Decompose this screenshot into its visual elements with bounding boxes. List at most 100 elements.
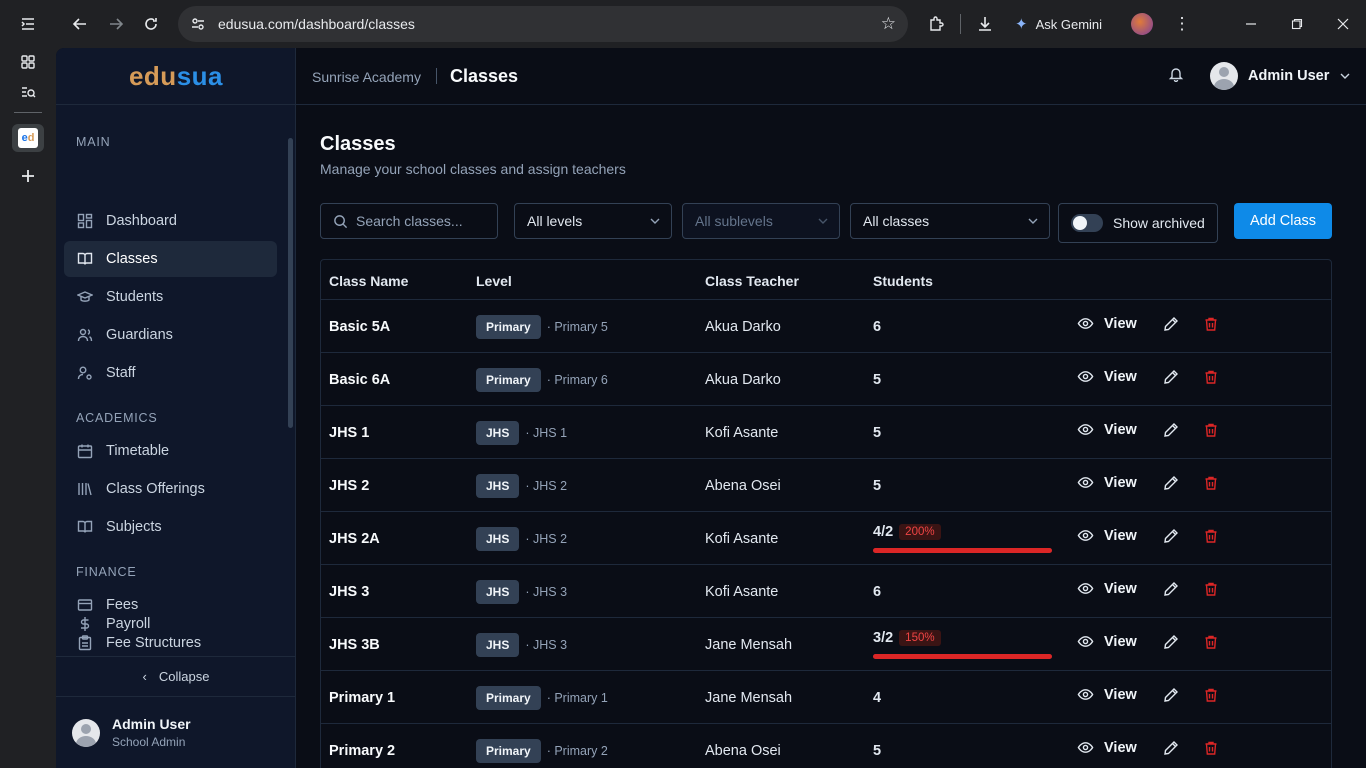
column-header-students[interactable]: Students [873, 273, 933, 289]
class-name[interactable]: JHS 2 [329, 478, 369, 494]
url-text[interactable]: edusua.com/dashboard/classes [218, 16, 415, 32]
view-button[interactable]: View [1077, 580, 1137, 597]
edit-button[interactable] [1161, 740, 1181, 756]
brand-logo[interactable]: edu sua [56, 48, 296, 105]
back-icon[interactable] [64, 8, 96, 40]
address-bar[interactable]: edusua.com/dashboard/classes ☆ [178, 6, 908, 42]
delete-button[interactable] [1201, 687, 1221, 703]
class-name[interactable]: Primary 1 [329, 690, 395, 706]
sublevel-label: · Primary 6 [546, 373, 608, 387]
class-name[interactable]: Basic 6A [329, 372, 390, 388]
sidebar-item-staff[interactable]: Staff [64, 355, 277, 391]
sidebar-item-class-offerings[interactable]: Class Offerings [64, 471, 277, 507]
search-input[interactable] [356, 213, 486, 229]
forward-icon[interactable] [100, 8, 132, 40]
download-icon[interactable] [969, 8, 1001, 40]
book-icon [76, 250, 94, 268]
sublevel-label: · Primary 5 [546, 320, 608, 334]
view-button[interactable]: View [1077, 527, 1137, 544]
sidebar-item-students[interactable]: Students [64, 279, 277, 315]
sidebar-scrollbar[interactable] [287, 128, 293, 648]
edit-button[interactable] [1161, 422, 1181, 438]
class-name[interactable]: JHS 3B [329, 637, 380, 653]
tab-search-icon[interactable] [12, 78, 44, 106]
table-row: JHS 1 JHS · JHS 1 Kofi Asante 5 View [321, 406, 1331, 459]
delete-button[interactable] [1201, 316, 1221, 332]
class-name[interactable]: Basic 5A [329, 319, 390, 335]
view-button[interactable]: View [1077, 474, 1137, 491]
profile-avatar[interactable] [1126, 8, 1158, 40]
reload-icon[interactable] [135, 8, 167, 40]
extensions-icon[interactable] [920, 8, 952, 40]
view-button[interactable]: View [1077, 421, 1137, 438]
user-menu[interactable]: Admin User [1210, 62, 1351, 90]
dollar-icon [76, 615, 94, 633]
class-filter[interactable]: All classes [850, 203, 1050, 239]
edusua-tab[interactable]: ed [12, 124, 44, 152]
sidebar-toggle-icon[interactable] [12, 10, 44, 38]
sidebar-item-timetable[interactable]: Timetable [64, 433, 277, 469]
view-button[interactable]: View [1077, 315, 1137, 332]
archived-switch[interactable] [1071, 214, 1103, 232]
table-row: Primary 2 Primary · Primary 2 Abena Osei 5 Vi… [321, 724, 1331, 768]
search-box[interactable] [320, 203, 498, 239]
ask-gemini-button[interactable]: ✦ Ask Gemini [1015, 15, 1102, 33]
delete-button[interactable] [1201, 581, 1221, 597]
level-badge: JHS [476, 474, 520, 498]
class-name[interactable]: JHS 3 [329, 584, 369, 600]
view-button[interactable]: View [1077, 739, 1137, 756]
restore-icon[interactable] [1274, 0, 1320, 48]
edit-button[interactable] [1161, 369, 1181, 385]
sidebar-item-payroll[interactable]: Payroll [64, 606, 277, 642]
view-button[interactable]: View [1077, 368, 1137, 385]
sidebar-scroll-thumb[interactable] [288, 138, 293, 428]
sidebar-item-dashboard[interactable]: Dashboard [64, 203, 277, 239]
delete-button[interactable] [1201, 422, 1221, 438]
edit-button[interactable] [1161, 316, 1181, 332]
site-info-icon[interactable] [190, 16, 206, 32]
minimize-icon[interactable] [1228, 0, 1274, 48]
edit-button[interactable] [1161, 634, 1181, 650]
class-name[interactable]: JHS 2A [329, 531, 380, 547]
collapse-button[interactable]: ‹ Collapse [56, 656, 296, 696]
new-tab-button[interactable] [12, 162, 44, 190]
sidebar-item-subjects[interactable]: Subjects [64, 509, 277, 545]
breadcrumb-school[interactable]: Sunrise Academy [312, 69, 421, 85]
chevron-down-icon [818, 218, 828, 224]
delete-button[interactable] [1201, 634, 1221, 650]
edit-button[interactable] [1161, 475, 1181, 491]
class-name[interactable]: JHS 1 [329, 425, 369, 441]
close-window-icon[interactable] [1320, 0, 1366, 48]
sidebar-user[interactable]: Admin User School Admin [56, 696, 296, 768]
class-name[interactable]: Primary 2 [329, 743, 395, 759]
delete-button[interactable] [1201, 528, 1221, 544]
table-row: JHS 3B JHS · JHS 3 Jane Mensah 3/2 150% View [321, 618, 1331, 671]
browser-menu-icon[interactable]: ⋮ [1166, 8, 1198, 40]
view-button[interactable]: View [1077, 633, 1137, 650]
window-controls [1228, 0, 1366, 48]
student-count: 5 [873, 425, 882, 441]
delete-button[interactable] [1201, 369, 1221, 385]
column-header-class-name[interactable]: Class Name [329, 273, 408, 289]
add-class-button[interactable]: Add Class [1234, 203, 1332, 239]
column-header-class-teacher[interactable]: Class Teacher [705, 273, 799, 289]
rail-divider [14, 112, 42, 113]
column-header-level[interactable]: Level [476, 273, 512, 289]
edit-button[interactable] [1161, 581, 1181, 597]
notification-bell-icon[interactable] [1168, 66, 1184, 87]
delete-button[interactable] [1201, 475, 1221, 491]
bookmark-star-icon[interactable]: ☆ [881, 14, 896, 34]
sublevel-label: · Primary 1 [546, 691, 608, 705]
sidebar-item-guardians[interactable]: Guardians [64, 317, 277, 353]
edit-button[interactable] [1161, 687, 1181, 703]
edit-button[interactable] [1161, 528, 1181, 544]
level-filter[interactable]: All levels [514, 203, 672, 239]
view-button[interactable]: View [1077, 686, 1137, 703]
show-archived-toggle[interactable]: Show archived [1058, 203, 1218, 243]
sublevel-filter[interactable]: All sublevels [682, 203, 840, 239]
tab-grid-icon[interactable] [12, 48, 44, 76]
delete-button[interactable] [1201, 740, 1221, 756]
sidebar-user-name: Admin User [112, 716, 191, 732]
user-cog-icon [76, 364, 94, 382]
sidebar-item-classes[interactable]: Classes [64, 241, 277, 277]
